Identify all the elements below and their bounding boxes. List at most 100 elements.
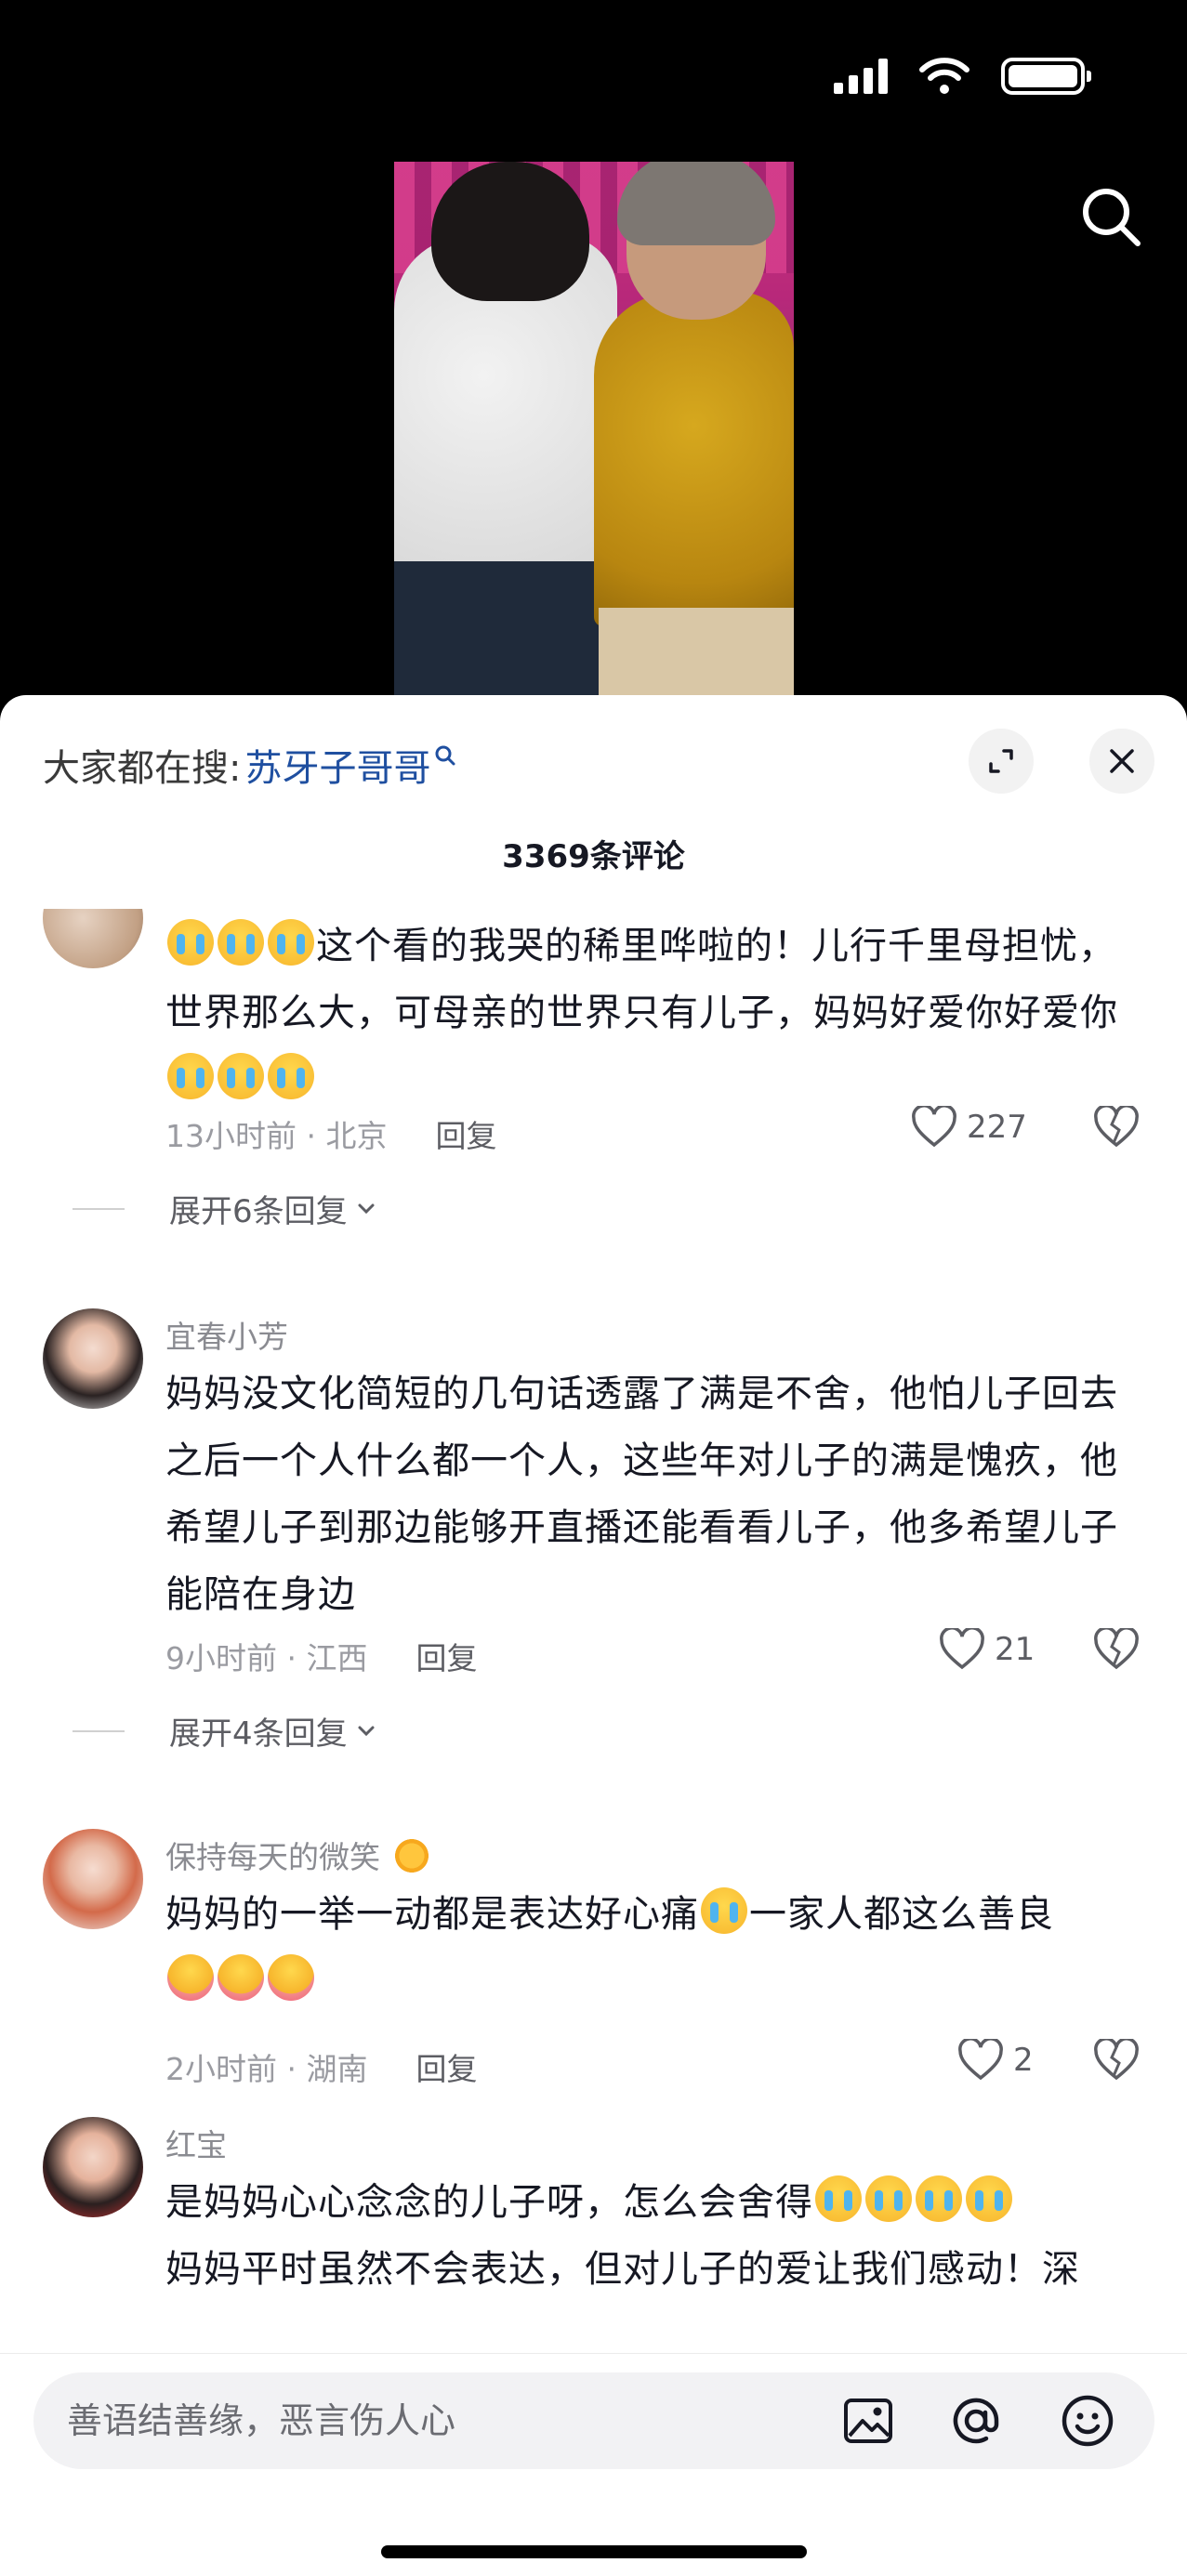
dislike-button[interactable] — [1093, 1104, 1140, 1152]
crying-emoji-icon — [268, 919, 314, 966]
comment-item: 红宝 是妈妈心心念念的儿子呀，怎么会舍得 妈妈平时虽然不会表达，但对儿子的爱让我… — [0, 2117, 1187, 2359]
chevron-down-icon — [358, 1726, 375, 1736]
video-person-mother — [594, 292, 794, 626]
comment-text: 妈妈的一举一动都是表达好心痛 一家人都这么善良 — [165, 1881, 1151, 2015]
crying-emoji-icon — [865, 2175, 912, 2222]
like-button[interactable]: 2 — [957, 2039, 1034, 2082]
hug-emoji-icon — [218, 1954, 264, 2001]
video-frame[interactable] — [394, 162, 794, 701]
reply-button[interactable]: 回复 — [415, 1634, 477, 1678]
comment-username[interactable]: 宜春小芳 — [165, 1312, 288, 1357]
hot-search-icon — [435, 745, 455, 766]
comment-item: 宜春小芳 妈妈没文化简短的几句话透露了满是不舍，他怕儿子回去之后一个人什么都一个… — [0, 1308, 1187, 1829]
crying-emoji-icon — [218, 919, 264, 966]
comment-time-location: 9小时前 · 江西 — [165, 1640, 368, 1676]
expand-replies[interactable]: 展开4条回复 — [73, 1708, 379, 1754]
dislike-button[interactable] — [1093, 1626, 1140, 1675]
comment-list: 这个看的我哭的稀里哗啦的！儿行千里母担忧，世界那么大，可母亲的世界只有儿子，妈妈… — [0, 909, 1187, 2359]
expand-replies-label: 展开4条回复 — [169, 1715, 348, 1753]
divider-line — [73, 1729, 125, 1732]
expand-replies-label: 展开6条回复 — [169, 1193, 348, 1230]
broken-heart-icon — [1094, 1626, 1139, 1670]
divider-line — [73, 1207, 125, 1210]
status-bar — [0, 0, 1187, 158]
like-button[interactable]: 227 — [911, 1106, 1027, 1149]
hug-emoji-icon — [167, 1954, 214, 2001]
comment-input[interactable] — [67, 2393, 811, 2449]
avatar[interactable] — [43, 2117, 143, 2217]
comment-item: 这个看的我哭的稀里哗啦的！儿行千里母担忧，世界那么大，可母亲的世界只有儿子，妈妈… — [0, 909, 1187, 1299]
emoji-button[interactable] — [1060, 2393, 1115, 2449]
signal-icon — [834, 59, 888, 94]
comment-input-bar — [0, 2353, 1187, 2576]
comment-meta: 2小时前 · 湖南 回复 — [165, 2044, 477, 2089]
broken-heart-icon — [1094, 1104, 1139, 1148]
crying-emoji-icon — [167, 1053, 214, 1099]
heart-icon — [958, 2039, 1003, 2081]
status-icons — [834, 58, 1091, 95]
comment-text-part: 是妈妈心心念念的儿子呀，怎么会舍得 — [165, 2181, 813, 2224]
crying-emoji-icon — [815, 2175, 862, 2222]
hot-search-prefix: 大家都在搜: — [43, 747, 242, 790]
hug-emoji-icon — [268, 1954, 314, 2001]
image-icon — [844, 2399, 892, 2443]
like-count: 227 — [967, 1109, 1027, 1146]
comment-text-part: 妈妈平时虽然不会表达，但对儿子的爱让我们感动！深 — [165, 2248, 1080, 2291]
video-person-mother-pants — [599, 608, 794, 701]
smiley-icon — [1062, 2395, 1114, 2447]
comment-time-location: 13小时前 · 北京 — [165, 1118, 388, 1154]
close-icon — [1110, 749, 1134, 773]
avatar[interactable] — [43, 909, 143, 968]
like-button[interactable]: 21 — [939, 1628, 1035, 1671]
expand-icon — [989, 749, 1013, 773]
hot-search-term[interactable]: 苏牙子哥哥 — [244, 738, 430, 792]
dislike-button[interactable] — [1093, 2037, 1140, 2085]
reply-button[interactable]: 回复 — [415, 2044, 477, 2089]
comment-text: 这个看的我哭的稀里哗啦的！儿行千里母担忧，世界那么大，可母亲的世界只有儿子，妈妈… — [165, 913, 1151, 1113]
crying-emoji-icon — [916, 2175, 962, 2222]
sheet-header: 大家都在搜: 苏牙子哥哥 — [0, 695, 1187, 794]
avatar[interactable] — [43, 1308, 143, 1409]
comment-count: 3369条评论 — [502, 838, 685, 875]
comment-meta: 9小时前 · 江西 回复 — [165, 1634, 477, 1678]
crying-emoji-icon — [218, 1053, 264, 1099]
battery-icon — [1001, 58, 1091, 95]
search-button[interactable] — [1078, 184, 1145, 251]
crying-emoji-icon — [167, 919, 214, 966]
comment-text-part: 一家人都这么善良 — [749, 1893, 1054, 1936]
crying-emoji-icon — [701, 1887, 747, 1934]
heart-icon — [912, 1106, 956, 1148]
comment-username[interactable]: 保持每天的微笑 — [165, 1833, 433, 1877]
comment-item: 保持每天的微笑 妈妈的一举一动都是表达好心痛 一家人都这么善良 2小时前 · 湖南… — [0, 1829, 1187, 2126]
sun-emoji-icon — [391, 1836, 431, 1875]
hot-search[interactable]: 大家都在搜: 苏牙子哥哥 — [43, 738, 456, 792]
broken-heart-icon — [1094, 2037, 1139, 2081]
like-count: 2 — [1013, 2042, 1034, 2079]
heart-icon — [940, 1628, 984, 1670]
video-person-son-head — [431, 162, 589, 301]
at-icon — [953, 2398, 999, 2444]
reply-button[interactable]: 回复 — [435, 1111, 496, 1156]
expand-replies[interactable]: 展开6条回复 — [73, 1186, 379, 1231]
video-person-mother-hair — [617, 162, 775, 245]
comment-username[interactable]: 红宝 — [165, 2121, 227, 2165]
comment-sheet: 大家都在搜: 苏牙子哥哥 3369条评论 这个看的我哭的稀里哗啦的！儿行千里母担… — [0, 695, 1187, 2576]
wifi-icon — [919, 58, 969, 94]
avatar[interactable] — [43, 1829, 143, 1929]
crying-emoji-icon — [966, 2175, 1012, 2222]
comment-input-box[interactable] — [33, 2372, 1154, 2469]
comment-time-location: 2小时前 · 湖南 — [165, 2051, 368, 2087]
crying-emoji-icon — [268, 1053, 314, 1099]
comment-text: 是妈妈心心念念的儿子呀，怎么会舍得 妈妈平时虽然不会表达，但对儿子的爱让我们感动… — [165, 2169, 1151, 2303]
search-icon — [1083, 189, 1141, 246]
image-button[interactable] — [840, 2393, 896, 2449]
comment-text-part: 妈妈的一举一动都是表达好心痛 — [165, 1893, 699, 1936]
expand-button[interactable] — [969, 729, 1034, 794]
mention-button[interactable] — [948, 2393, 1004, 2449]
comment-meta: 13小时前 · 北京 回复 — [165, 1111, 496, 1156]
close-button[interactable] — [1089, 729, 1154, 794]
home-indicator — [381, 2545, 807, 2558]
like-count: 21 — [995, 1631, 1035, 1668]
comment-text: 妈妈没文化简短的几句话透露了满是不舍，他怕儿子回去之后一个人什么都一个人，这些年… — [165, 1373, 1118, 1616]
video-person-son-pants — [394, 561, 608, 701]
